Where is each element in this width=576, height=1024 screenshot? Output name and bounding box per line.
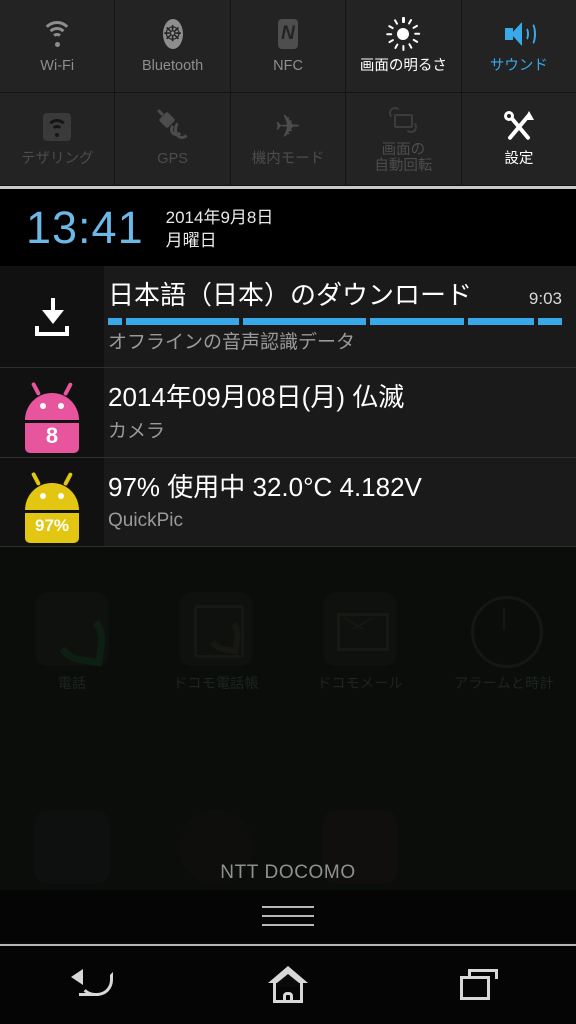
recents-button[interactable] (384, 946, 576, 1024)
quick-tile-label: GPS (157, 151, 188, 168)
quick-tile-label: 機内モード (251, 151, 325, 168)
quick-tile-airplane-mode[interactable]: ✈ 機内モード (230, 93, 347, 186)
quick-settings-row-2: テザリング GPS ✈ 機内モード 画面の 自動回転 設定 (0, 93, 576, 186)
quick-tile-nfc[interactable]: N NFC (230, 0, 347, 93)
airplane-mode-icon: ✈ (275, 109, 301, 145)
quick-tile-label: NFC (273, 58, 303, 75)
home-app-alarm-clock[interactable]: アラームと時計 (432, 592, 576, 693)
tethering-icon (40, 110, 74, 144)
notification-item[interactable]: 97% 97% 使用中 32.0°C 4.182V QuickPic (0, 457, 576, 547)
notification-title: 2014年09月08日(月) 仏滅 (108, 382, 405, 413)
docomo-contacts-icon (179, 592, 253, 666)
carrier-label: NTT DOCOMO (220, 862, 356, 883)
settings-icon (502, 110, 536, 144)
android-robot-icon: 8 (21, 382, 83, 454)
notification-item[interactable]: 日本語（日本）のダウンロード 9:03 オフラインの音声認識データ (0, 266, 576, 369)
shade-drag-handle[interactable] (0, 890, 576, 942)
quick-tile-settings[interactable]: 設定 (461, 93, 576, 186)
clock-weekday: 月曜日 (165, 231, 217, 250)
back-arrow-icon (71, 968, 119, 1002)
navigation-bar (0, 946, 576, 1024)
back-button[interactable] (0, 946, 192, 1024)
home-app-phone[interactable]: 電話 (0, 592, 144, 693)
quick-tile-brightness[interactable]: 画面の明るさ (346, 0, 462, 93)
quick-tile-label: サウンド (489, 58, 548, 75)
nfc-icon: N (271, 17, 305, 51)
download-icon (27, 292, 77, 342)
notification-icon-area (0, 266, 104, 368)
notification-subtitle: QuickPic (108, 510, 183, 532)
quick-tile-label: 画面の明るさ (359, 58, 447, 75)
notification-item[interactable]: 8 2014年09月08日(月) 仏滅 カメラ (0, 368, 576, 458)
sound-icon (502, 17, 536, 51)
home-app-docomo-contacts[interactable]: ドコモ電話帳 (144, 592, 288, 693)
quick-tile-bluetooth[interactable]: ☸ Bluetooth (115, 0, 231, 93)
home-app-label: 電話 (57, 675, 87, 691)
recents-icon (460, 968, 500, 1002)
quick-tile-label: 設定 (504, 151, 534, 168)
home-app-label: アラームと時計 (454, 675, 554, 691)
brightness-icon (386, 17, 421, 52)
notification-content: 日本語（日本）のダウンロード 9:03 オフラインの音声認識データ (104, 266, 576, 367)
quick-tile-label: テザリング (20, 151, 94, 168)
notification-content: 97% 使用中 32.0°C 4.182V QuickPic (104, 458, 576, 546)
home-app-docomo-mail[interactable]: ドコモメール (288, 592, 432, 693)
home-app-row: 電話 ドコモ電話帳 ドコモメール アラームと時計 (0, 592, 576, 693)
android-notification-shade-screen: 電話 ドコモ電話帳 ドコモメール アラームと時計 NTT DOCOMO Wi-F… (0, 0, 576, 1024)
quick-tile-auto-rotate[interactable]: 画面の 自動回転 (346, 93, 462, 186)
quick-tile-sound[interactable]: サウンド (461, 0, 576, 93)
quick-settings-row-1: Wi-Fi ☸ Bluetooth N NFC 画面の明るさ サウンド (0, 0, 576, 93)
shade-clock-header: 13:41 2014年9月8日 月曜日 (0, 189, 576, 266)
quick-settings-panel: Wi-Fi ☸ Bluetooth N NFC 画面の明るさ サウンド テザリン… (0, 0, 576, 186)
home-button[interactable] (192, 946, 384, 1024)
quick-tile-label: Bluetooth (141, 58, 204, 75)
wifi-icon (40, 17, 74, 51)
notification-icon-area: 8 (0, 368, 104, 457)
drag-handle-lines (262, 899, 314, 933)
notification-list: 日本語（日本）のダウンロード 9:03 オフラインの音声認識データ 8 2014… (0, 266, 576, 547)
notification-subtitle: オフラインの音声認識データ (108, 331, 356, 353)
notification-subtitle: カメラ (108, 420, 166, 442)
bluetooth-icon: ☸ (156, 17, 190, 51)
clock-time: 13:41 (26, 202, 144, 253)
quick-tile-label: 画面の 自動回転 (374, 141, 433, 174)
quick-tile-wifi[interactable]: Wi-Fi (0, 0, 116, 93)
quick-tile-tethering[interactable]: テザリング (0, 93, 116, 186)
notification-title: 日本語（日本）のダウンロード (108, 280, 473, 310)
android-robot-icon: 97% (21, 471, 83, 543)
phone-icon (35, 592, 109, 666)
notification-title: 97% 使用中 32.0°C 4.182V (108, 471, 422, 502)
quick-tile-gps[interactable]: GPS (115, 93, 231, 186)
alarm-clock-icon (467, 592, 543, 668)
download-progress-bar (108, 317, 562, 325)
auto-rotate-icon (386, 104, 420, 138)
notification-icon-area: 97% (0, 457, 104, 546)
docomo-mail-icon (323, 592, 397, 666)
quick-tile-label: Wi-Fi (40, 58, 75, 75)
android-robot-badge: 8 (45, 423, 59, 449)
home-app-label: ドコモメール (317, 675, 403, 691)
home-icon (268, 966, 308, 1004)
clock-date-block: 2014年9月8日 月曜日 (166, 206, 274, 253)
clock-date: 2014年9月8日 (165, 207, 274, 227)
android-robot-badge: 97% (34, 515, 70, 535)
notification-time: 9:03 (528, 289, 562, 308)
home-app-label: ドコモ電話帳 (173, 675, 259, 691)
notification-content: 2014年09月08日(月) 仏滅 カメラ (104, 368, 576, 456)
gps-icon (156, 109, 190, 144)
